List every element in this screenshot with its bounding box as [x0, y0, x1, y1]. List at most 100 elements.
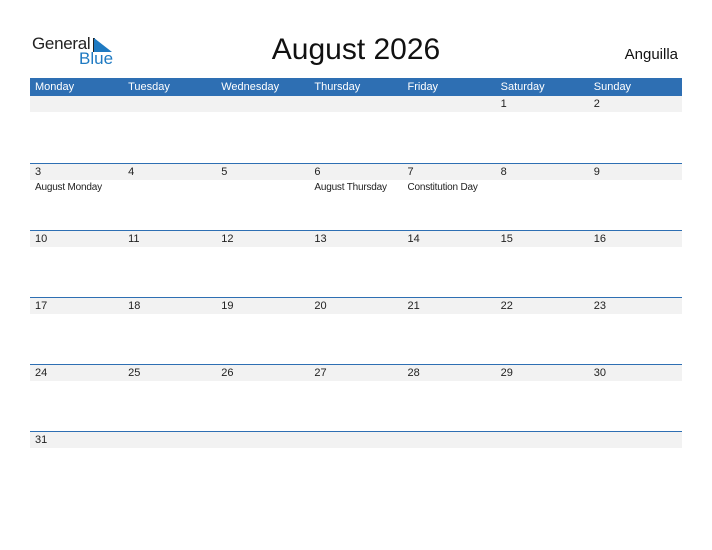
holiday-label — [589, 381, 682, 382]
day-number: 6 — [314, 166, 321, 178]
holiday-label — [216, 448, 309, 449]
events-row — [30, 247, 682, 248]
date-strip: 3 4 5 6 7 8 9 — [30, 164, 682, 180]
day-number: 26 — [221, 367, 234, 379]
holiday-label: August Monday — [35, 182, 102, 193]
country-label: Anguilla — [624, 46, 678, 63]
day-number: 21 — [407, 300, 420, 312]
date-strip: 17 18 19 20 21 22 23 — [30, 298, 682, 314]
day-number: 2 — [593, 98, 600, 110]
day-number: 29 — [500, 367, 513, 379]
week-row: 17 18 19 20 21 22 23 — [30, 297, 682, 364]
day-number: 11 — [128, 233, 140, 245]
holiday-label — [403, 314, 496, 315]
events-row — [30, 448, 682, 449]
holiday-label — [403, 247, 496, 248]
day-number: 14 — [407, 233, 420, 245]
holiday-label — [30, 448, 123, 449]
week-row: 12 — [30, 96, 682, 163]
day-number: 8 — [500, 166, 507, 178]
day-number: 4 — [128, 166, 135, 178]
holiday-label — [216, 180, 309, 195]
day-number: 20 — [314, 300, 327, 312]
day-number — [216, 96, 309, 112]
day-number — [496, 432, 589, 448]
holiday-label — [496, 112, 589, 113]
holiday-label — [30, 314, 123, 315]
holiday-label — [589, 314, 682, 315]
holiday-label — [309, 112, 402, 113]
holiday-label — [309, 448, 402, 449]
holiday-label — [496, 180, 589, 195]
date-strip: 31 — [30, 432, 682, 448]
holiday-label — [589, 247, 682, 248]
day-number: 30 — [593, 367, 606, 379]
calendar: Monday Tuesday Wednesday Thursday Friday… — [30, 78, 682, 498]
holiday-label — [123, 247, 216, 248]
date-strip: 12 — [30, 96, 682, 112]
holiday-label: August Thursday — [314, 182, 387, 193]
week-row: 24 25 26 27 28 29 30 — [30, 364, 682, 431]
holiday-label — [309, 247, 402, 248]
day-number: 19 — [221, 300, 234, 312]
day-number — [30, 96, 123, 112]
week-row: 31 — [30, 431, 682, 498]
holiday-label — [403, 381, 496, 382]
weekday-tuesday: Tuesday — [128, 81, 170, 93]
weekday-header: Monday Tuesday Wednesday Thursday Friday… — [30, 78, 682, 96]
day-number — [309, 432, 402, 448]
day-number: 16 — [593, 233, 606, 245]
day-number: 17 — [35, 300, 48, 312]
holiday-label — [496, 448, 589, 449]
day-number — [123, 96, 216, 112]
events-row — [30, 112, 682, 113]
holiday-label — [30, 112, 123, 113]
weekday-wednesday: Wednesday — [221, 81, 280, 93]
holiday-label — [403, 448, 496, 449]
date-strip: 10 11 12 13 14 15 16 — [30, 231, 682, 247]
holiday-label: Constitution Day — [407, 182, 478, 193]
holiday-label — [216, 112, 309, 113]
holiday-label — [496, 314, 589, 315]
holiday-label — [216, 381, 309, 382]
day-number: 28 — [407, 367, 420, 379]
weekday-friday: Friday — [407, 81, 439, 93]
holiday-label — [496, 381, 589, 382]
day-number: 27 — [314, 367, 327, 379]
weekday-monday: Monday — [35, 81, 75, 93]
day-number: 22 — [500, 300, 513, 312]
weekday-sunday: Sunday — [593, 81, 632, 93]
day-number: 12 — [221, 233, 234, 245]
holiday-label — [309, 314, 402, 315]
day-number: 7 — [407, 166, 414, 178]
day-number: 15 — [500, 233, 513, 245]
day-number: 9 — [593, 166, 600, 178]
day-number: 18 — [128, 300, 141, 312]
day-number: 13 — [314, 233, 327, 245]
day-number — [589, 432, 682, 448]
events-row — [30, 314, 682, 315]
day-number: 3 — [35, 166, 42, 178]
day-number — [216, 432, 309, 448]
holiday-label — [216, 314, 309, 315]
day-number — [403, 96, 496, 112]
holiday-label — [309, 381, 402, 382]
holiday-label — [123, 314, 216, 315]
holiday-label — [589, 180, 682, 195]
week-row: 3 4 5 6 7 8 9 August Monday August Thursday Const… — [30, 163, 682, 230]
holiday-label — [589, 448, 682, 449]
holiday-label — [589, 112, 682, 113]
day-number: 10 — [35, 233, 48, 245]
holiday-label — [496, 247, 589, 248]
holiday-label — [123, 448, 216, 449]
holiday-label — [30, 381, 123, 382]
holiday-label — [216, 247, 309, 248]
day-number: 25 — [128, 367, 141, 379]
week-row: 10 11 12 13 14 15 16 — [30, 230, 682, 297]
events-row — [30, 381, 682, 382]
day-number: 24 — [35, 367, 48, 379]
day-number — [403, 432, 496, 448]
events-row: August Monday August Thursday Constitution… — [30, 180, 682, 195]
holiday-label — [123, 381, 216, 382]
day-number — [309, 96, 402, 112]
